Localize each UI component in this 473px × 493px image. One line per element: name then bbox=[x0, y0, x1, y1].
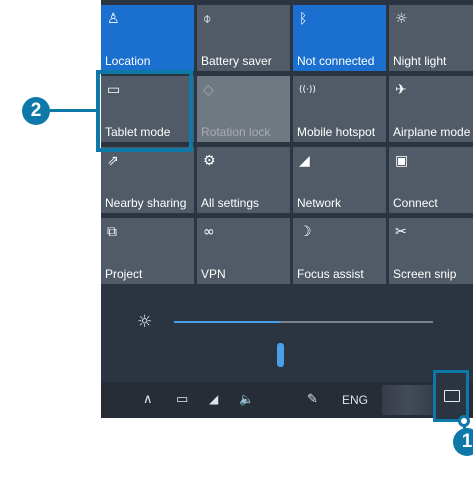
tile-label: Nearby sharing bbox=[105, 196, 187, 210]
callout-1-dot bbox=[458, 415, 470, 427]
gear-icon: ⚙ bbox=[203, 153, 216, 169]
callout-badge-2: 2 bbox=[22, 97, 50, 125]
scissors-icon: ✂ bbox=[395, 224, 407, 240]
brightness-slider[interactable] bbox=[174, 321, 433, 367]
tile-connect[interactable]: ▣ Connect bbox=[389, 147, 473, 213]
tile-screen-snip[interactable]: ✂ Screen snip bbox=[389, 218, 473, 284]
tile-label: Airplane mode bbox=[393, 125, 471, 139]
language-indicator[interactable]: ENG bbox=[342, 393, 368, 407]
chevron-up-icon[interactable]: ∧ bbox=[143, 392, 153, 407]
project-icon: ⧉ bbox=[107, 224, 117, 240]
battery-icon[interactable]: ▭ bbox=[176, 392, 188, 407]
tile-not-connected[interactable]: ᛒ Not connected bbox=[293, 5, 386, 71]
callout-2-leader bbox=[50, 109, 98, 112]
volume-icon[interactable]: 🔈 bbox=[239, 392, 254, 406]
tile-label: All settings bbox=[201, 196, 260, 210]
mobile-hotspot-icon: ((·)) bbox=[299, 85, 316, 95]
tile-nearby-sharing[interactable]: ⇗ Nearby sharing bbox=[101, 147, 194, 213]
vpn-icon: ∞ bbox=[203, 224, 215, 240]
tile-night-light[interactable]: ☼ Night light bbox=[389, 5, 473, 71]
battery-saver-icon: ⌽ bbox=[203, 11, 212, 27]
night-light-icon: ☼ bbox=[395, 11, 408, 27]
brightness-icon: ☼ bbox=[137, 312, 153, 332]
tile-network[interactable]: ◢ Network bbox=[293, 147, 386, 213]
tile-label: Connect bbox=[393, 196, 438, 210]
pen-icon[interactable]: ✎ bbox=[307, 392, 318, 407]
tile-label: Night light bbox=[393, 54, 447, 68]
tile-label: Mobile hotspot bbox=[297, 125, 376, 139]
airplane-icon: ✈ bbox=[395, 82, 407, 98]
tile-label: Screen snip bbox=[393, 267, 457, 281]
tile-mobile-hotspot[interactable]: ((·)) Mobile hotspot bbox=[293, 76, 386, 142]
tile-focus-assist[interactable]: ☽ Focus assist bbox=[293, 218, 386, 284]
location-icon: ♙ bbox=[107, 11, 120, 27]
tile-label: VPN bbox=[201, 267, 226, 281]
tile-rotation-lock[interactable]: ◇ Rotation lock bbox=[197, 76, 290, 142]
tile-project[interactable]: ⧉ Project bbox=[101, 218, 194, 284]
tile-label: Rotation lock bbox=[201, 125, 271, 139]
tile-label: Focus assist bbox=[297, 267, 364, 281]
tile-label: Project bbox=[105, 267, 143, 281]
connect-icon: ▣ bbox=[395, 153, 409, 169]
taskbar-tray: ∧ ▭ ◢ 🔈 ✎ ENG bbox=[101, 382, 473, 418]
bluetooth-icon: ᛒ bbox=[299, 11, 308, 27]
tile-battery-saver[interactable]: ⌽ Battery saver bbox=[197, 5, 290, 71]
callout-badge-1: 1 bbox=[453, 428, 473, 456]
tile-label: Location bbox=[105, 54, 151, 68]
clock-area[interactable] bbox=[382, 385, 434, 415]
brightness-slider-thumb[interactable] bbox=[277, 343, 284, 367]
wifi-icon[interactable]: ◢ bbox=[209, 392, 218, 406]
action-center-icon bbox=[444, 390, 460, 402]
tablet-mode-highlight bbox=[96, 70, 193, 152]
network-icon: ◢ bbox=[299, 153, 310, 169]
tile-vpn[interactable]: ∞ VPN bbox=[197, 218, 290, 284]
brightness-row: ☼ bbox=[101, 288, 473, 367]
rotation-lock-icon: ◇ bbox=[203, 82, 214, 98]
tile-label: Not connected bbox=[297, 54, 375, 68]
nearby-sharing-icon: ⇗ bbox=[107, 153, 119, 169]
brightness-slider-fill bbox=[174, 321, 280, 323]
moon-icon: ☽ bbox=[299, 224, 312, 240]
action-center-panel: ♙ Location ⌽ Battery saver ᛒ Not connected ☼ Ni… bbox=[101, 0, 473, 418]
tile-label: Battery saver bbox=[201, 54, 272, 68]
tile-airplane-mode[interactable]: ✈ Airplane mode bbox=[389, 76, 473, 142]
tile-label: Network bbox=[297, 196, 342, 210]
tile-location[interactable]: ♙ Location bbox=[101, 5, 194, 71]
tile-all-settings[interactable]: ⚙ All settings bbox=[197, 147, 290, 213]
